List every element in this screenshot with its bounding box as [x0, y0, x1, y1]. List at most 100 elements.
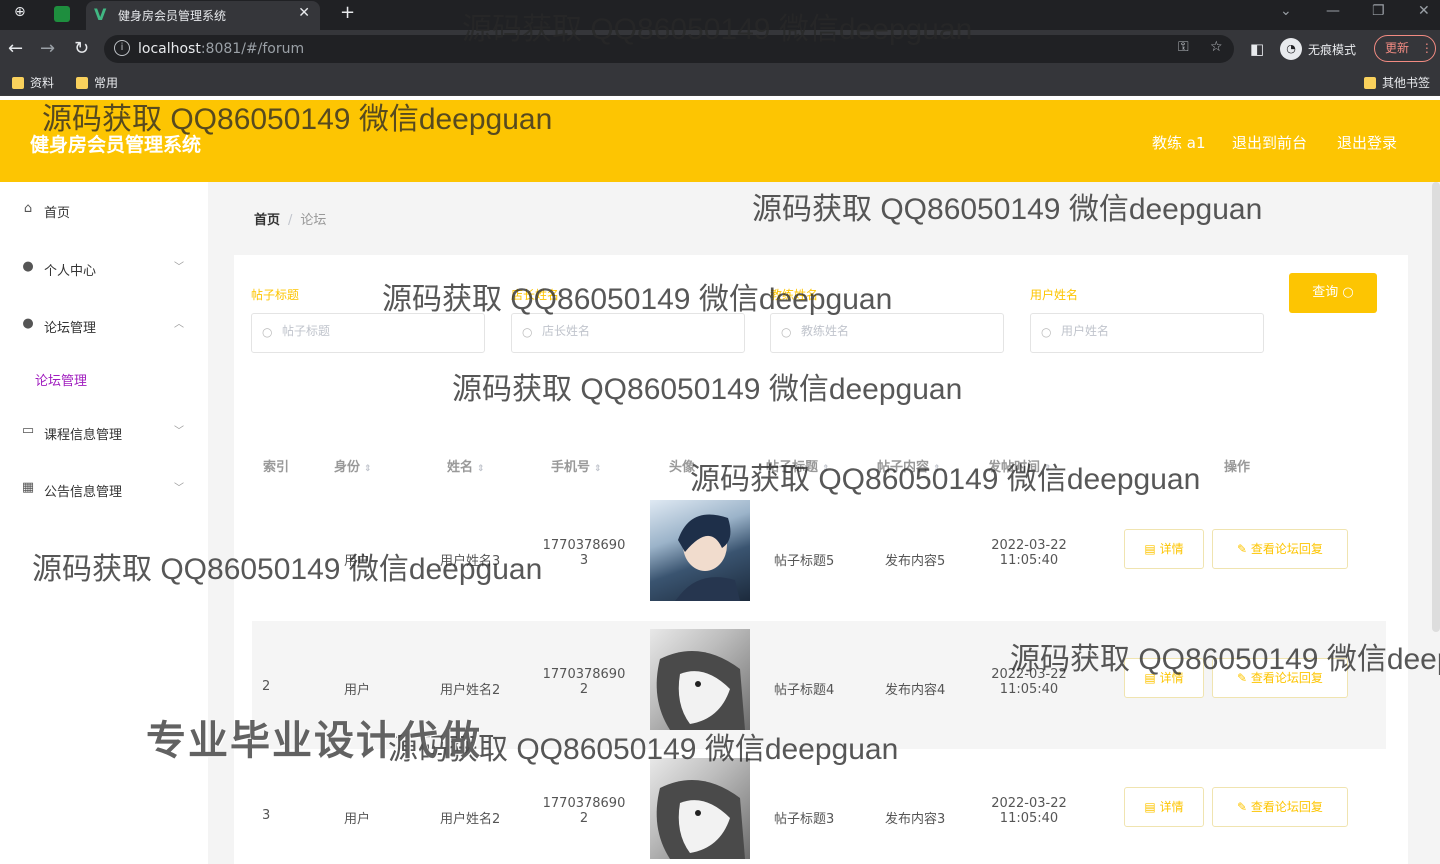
window-close-icon[interactable]: ✕ [1418, 3, 1430, 19]
edit-icon: ✎ [1237, 542, 1251, 556]
back-icon[interactable]: ← [8, 38, 23, 59]
view-replies-button[interactable]: ✎ 查看论坛回复 [1212, 658, 1348, 698]
password-key-icon[interactable]: ⚿ [1178, 39, 1189, 55]
search-label-user: 用户姓名 [1030, 288, 1079, 302]
tab-search-icon[interactable]: ⌄ [1280, 3, 1292, 19]
sidebar-subitem-forum[interactable]: 论坛管理 [35, 370, 87, 389]
husky-avatar-image [656, 780, 745, 859]
bookmark-label: 常用 [94, 76, 119, 90]
user-name-search-input[interactable]: ○ [1030, 313, 1264, 353]
cell-name: 用户姓名3 [440, 554, 501, 569]
logout-link[interactable]: 退出登录 [1337, 132, 1397, 153]
home-icon: ⌂ [23, 201, 33, 216]
sidebar-item-home[interactable]: ⌂ 首页 [0, 192, 208, 228]
column-header-phone[interactable]: 手机号 ⇕ [551, 456, 602, 475]
document-icon: ▤ [1144, 542, 1160, 556]
exit-to-front-link[interactable]: 退出到前台 [1232, 132, 1307, 153]
other-bookmarks[interactable]: 其他书签 [1364, 74, 1430, 91]
sidebar-item-label: 个人中心 [44, 264, 97, 279]
sort-icon: ⇕ [933, 464, 941, 474]
column-header-post-time[interactable]: 发帖时间 ⇕ [988, 456, 1052, 475]
view-replies-button[interactable]: ✎ 查看论坛回复 [1212, 529, 1348, 569]
side-panel-icon[interactable]: ◧ [1250, 40, 1264, 58]
avatar [650, 758, 750, 859]
current-user: 教练 a1 [1152, 134, 1206, 152]
cell-phone: 1770378690 3 [542, 538, 626, 568]
cell-post-title: 帖子标题3 [774, 812, 835, 827]
reply-label: 查看论坛回复 [1250, 542, 1323, 556]
bookmark-star-icon[interactable]: ☆ [1210, 39, 1223, 55]
manager-name-search-input[interactable]: ○ [511, 313, 745, 353]
column-header-name[interactable]: 姓名 ⇕ [447, 456, 485, 475]
sidebar-item-forum-management[interactable]: ● 论坛管理 ︿ [0, 307, 208, 343]
chevron-down-icon: ﹀ [174, 262, 184, 273]
app-header: 健身房会员管理系统 教练 a1 退出到前台 退出登录 [0, 100, 1440, 182]
restore-icon[interactable]: ❐ [1372, 3, 1385, 19]
header-label: 帖子标题 [766, 460, 819, 475]
time-line: 11:05:40 [999, 682, 1059, 697]
view-replies-button[interactable]: ✎ 查看论坛回复 [1212, 787, 1348, 827]
detail-button[interactable]: ▤ 详情 [1124, 658, 1204, 698]
column-header-post-title[interactable]: 帖子标题 ⇕ [766, 456, 830, 475]
date-line: 2022-03-22 [991, 667, 1067, 682]
new-tab-icon[interactable]: + [340, 2, 355, 23]
tab-close-icon[interactable]: ✕ [298, 5, 310, 21]
search-label-title: 帖子标题 [251, 288, 300, 302]
user-name-input[interactable] [1061, 324, 1251, 338]
search-label-coach: 教练姓名 [770, 288, 819, 302]
incognito-icon: ◔ [1280, 38, 1302, 60]
sidebar-item-course-management[interactable]: ▭ 课程信息管理 ﹀ [0, 414, 208, 450]
cell-post-content: 发布内容3 [885, 812, 946, 827]
chevron-down-icon: ﹀ [174, 426, 184, 437]
bookmark-folder-ziliao[interactable]: 资料 [12, 74, 54, 91]
forward-icon[interactable]: → [40, 38, 55, 59]
bookmark-folder-changyong[interactable]: 常用 [76, 74, 118, 91]
manager-name-input[interactable] [542, 324, 732, 338]
column-header-actions: 操作 [1224, 460, 1251, 475]
site-info-icon[interactable]: i [114, 40, 130, 56]
search-label-manager: 店长姓名 [511, 288, 560, 302]
phone-line: 1770378690 [542, 796, 626, 811]
detail-button[interactable]: ▤ 详情 [1124, 529, 1204, 569]
vue-favicon-icon: V [94, 5, 107, 24]
browser-tab-bar: ⊕ V 健身房会员管理系统 ✕ + ⌄ — ❐ ✕ [0, 0, 1440, 30]
url-text: localhost:8081/#/forum [138, 41, 305, 57]
edit-icon: ✎ [1237, 800, 1251, 814]
header-label: 发帖时间 [988, 460, 1041, 475]
cell-name: 用户姓名2 [440, 683, 501, 698]
anime-avatar-image [675, 514, 740, 601]
time-line: 11:05:40 [999, 553, 1059, 568]
browser-tab[interactable]: V 健身房会员管理系统 ✕ [86, 1, 320, 30]
query-button[interactable]: 查询 ○ [1289, 273, 1377, 313]
content-panel: 帖子标题 ○ 店长姓名 ○ 教练姓名 ○ 用户姓名 ○ 查询 ○ 索引 身份⇕ … [234, 255, 1408, 864]
detail-button[interactable]: ▤ 详情 [1124, 787, 1204, 827]
coach-name-input[interactable] [801, 324, 991, 338]
coach-name-search-input[interactable]: ○ [770, 313, 1004, 353]
post-title-input[interactable] [282, 324, 472, 338]
cell-identity: 用户 [344, 554, 371, 569]
url-field[interactable]: i localhost:8081/#/forum ⚿ ☆ [104, 35, 1234, 63]
cell-index: 3 [262, 808, 271, 823]
browser-globe-icon[interactable]: ⊕ [14, 4, 26, 20]
incognito-indicator[interactable]: ◔ 无痕模式 [1280, 36, 1356, 62]
folder-icon [76, 76, 88, 89]
bookmark-label: 资料 [30, 76, 55, 90]
sidebar-item-notice-management[interactable]: ▦ 公告信息管理 ﹀ [0, 471, 208, 507]
column-header-avatar: 头像 [669, 460, 696, 475]
reload-icon[interactable]: ↻ [74, 38, 89, 59]
card-icon: ▭ [21, 423, 35, 438]
document-icon: ▤ [1144, 800, 1160, 814]
sort-icon: ⇕ [822, 464, 830, 474]
sidebar-item-personal-center[interactable]: ● 个人中心 ﹀ [0, 250, 208, 286]
sheets-tab-icon[interactable] [54, 6, 70, 22]
column-header-post-content[interactable]: 帖子内容 ⇕ [877, 456, 941, 475]
husky-avatar-image [656, 651, 745, 730]
breadcrumb-home[interactable]: 首页 [254, 213, 280, 228]
page-scrollbar[interactable] [1432, 182, 1440, 632]
cell-identity: 用户 [344, 812, 371, 827]
minimize-icon[interactable]: — [1326, 3, 1340, 19]
post-title-search-input[interactable]: ○ [251, 313, 485, 353]
avatar [650, 500, 750, 601]
column-header-identity[interactable]: 身份 ⇕ [334, 456, 372, 475]
update-button[interactable]: 更新 ⋮ [1374, 35, 1436, 62]
